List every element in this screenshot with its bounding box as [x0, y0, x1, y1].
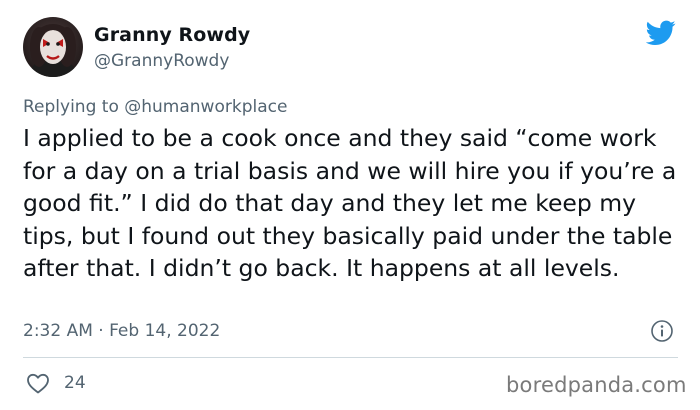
- source-watermark: boredpanda.com: [506, 373, 687, 397]
- tweet-text: I applied to be a cook once and they sai…: [23, 124, 677, 282]
- info-icon[interactable]: [650, 319, 674, 343]
- author-handle[interactable]: @GrannyRowdy: [94, 51, 229, 71]
- reply-mention-link[interactable]: @humanworkplace: [124, 97, 287, 117]
- tweet-timestamp[interactable]: 2:32 AM · Feb 14, 2022: [23, 321, 220, 341]
- avatar[interactable]: [23, 17, 83, 77]
- like-count: 24: [64, 373, 86, 393]
- heart-icon[interactable]: [26, 372, 50, 394]
- twitter-bird-icon[interactable]: [646, 20, 676, 46]
- replying-to: Replying to @humanworkplace: [23, 97, 287, 117]
- author-display-name[interactable]: Granny Rowdy: [94, 24, 250, 46]
- divider: [23, 357, 678, 358]
- tweet-card: Granny Rowdy @GrannyRowdy Replying to @h…: [0, 0, 700, 410]
- avatar-image: [23, 17, 83, 77]
- replying-to-label: Replying to: [23, 97, 125, 117]
